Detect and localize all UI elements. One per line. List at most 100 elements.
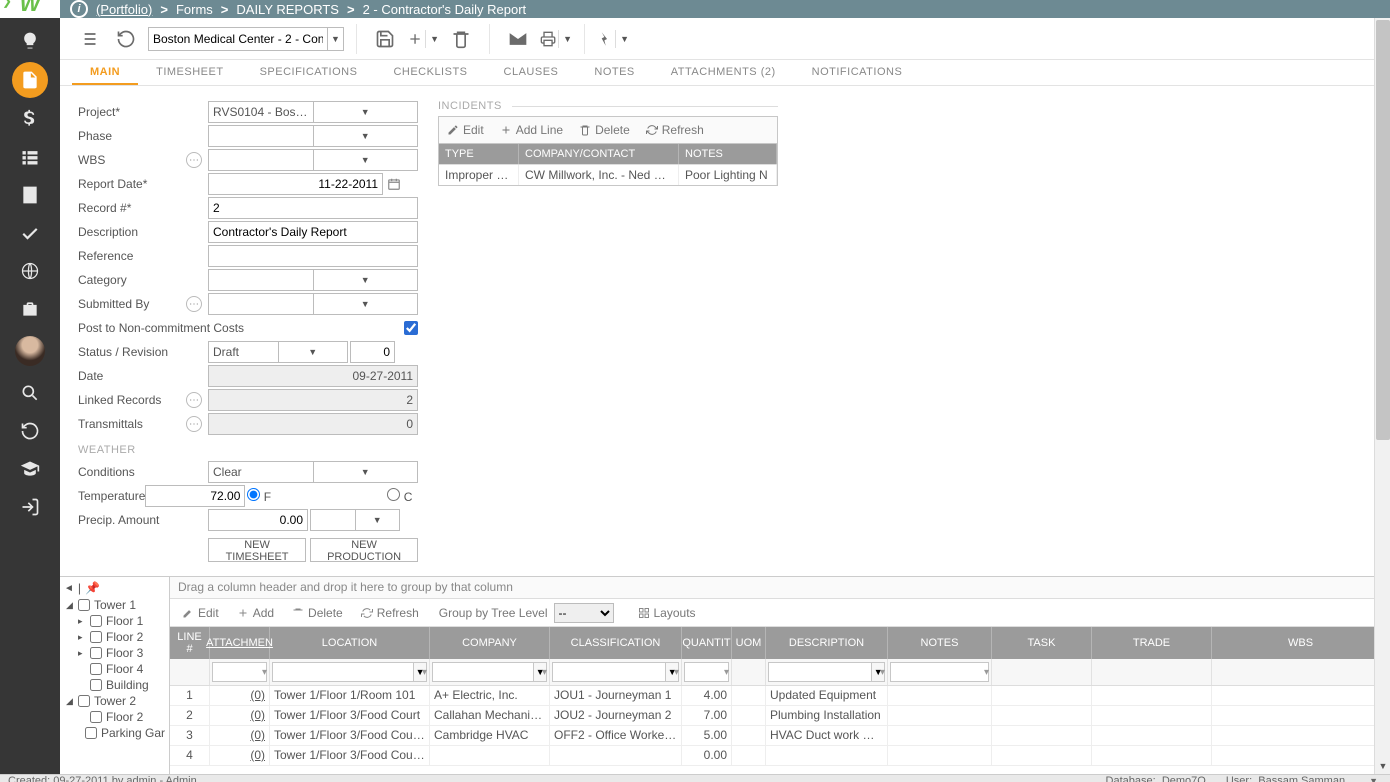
post-nc-checkbox[interactable] <box>404 321 418 335</box>
nav-money-icon[interactable] <box>11 102 49 136</box>
tree-node[interactable]: ▸Floor 3 <box>60 645 169 661</box>
filter-desc[interactable] <box>768 662 872 682</box>
incidents-edit-button[interactable]: Edit <box>439 117 492 143</box>
nav-forms-icon[interactable] <box>12 62 48 98</box>
tree-node[interactable]: Floor 2 <box>60 709 169 725</box>
incidents-col-notes[interactable]: NOTES <box>679 144 777 164</box>
grid-refresh-button[interactable]: Refresh <box>355 606 425 620</box>
col-notes[interactable]: NOTES <box>888 627 992 659</box>
col-wbs[interactable]: WBS <box>1212 627 1390 659</box>
record-selector-input[interactable] <box>148 27 328 51</box>
grid-add-button[interactable]: Add <box>231 606 280 620</box>
nav-learn-icon[interactable] <box>11 452 49 486</box>
new-production-button[interactable]: NEW PRODUCTION <box>310 538 418 562</box>
incidents-row[interactable]: Improper Lighti CW Millwork, Inc. - Ned … <box>439 164 777 185</box>
filter-icon[interactable]: ▾ <box>422 667 427 678</box>
breadcrumb-daily[interactable]: DAILY REPORTS <box>236 2 339 17</box>
temp-f-radio[interactable]: F <box>247 488 377 504</box>
tab-specifications[interactable]: SPECIFICATIONS <box>242 60 376 85</box>
submitted-lookup-icon[interactable]: ⋯ <box>186 296 202 312</box>
linked-lookup-icon[interactable]: ⋯ <box>186 392 202 408</box>
tab-notifications[interactable]: NOTIFICATIONS <box>794 60 921 85</box>
status-dropdown-icon[interactable]: ▼ <box>1365 776 1382 782</box>
filter-comp[interactable] <box>432 662 534 682</box>
col-att[interactable]: ATTACHMEN <box>210 627 270 659</box>
tree-node[interactable]: ▸Floor 1 <box>60 613 169 629</box>
precip-input[interactable] <box>208 509 308 531</box>
print-split-caret-icon[interactable]: ▼ <box>558 30 572 48</box>
filter-icon[interactable]: ▾ <box>262 667 267 678</box>
calendar-icon[interactable] <box>385 175 403 193</box>
revision-input[interactable] <box>350 341 395 363</box>
table-row[interactable]: 1(0)Tower 1/Floor 1/Room 101A+ Electric,… <box>170 686 1390 706</box>
save-icon[interactable] <box>369 23 401 55</box>
filter-class[interactable] <box>552 662 666 682</box>
incidents-col-type[interactable]: TYPE <box>439 144 519 164</box>
breadcrumb-portfolio[interactable]: (Portfolio) <box>96 2 152 17</box>
project-combo[interactable]: RVS0104 - Boston Medical Center▼ <box>208 101 418 123</box>
tab-clauses[interactable]: CLAUSES <box>486 60 577 85</box>
tree-collapse-icon[interactable]: ◄ <box>64 583 74 594</box>
filter-att[interactable] <box>212 662 267 682</box>
tab-timesheet[interactable]: TIMESHEET <box>138 60 241 85</box>
tab-checklists[interactable]: CHECKLISTS <box>375 60 485 85</box>
filter-icon[interactable]: ▾ <box>724 667 729 678</box>
scroll-down-icon[interactable]: ▼ <box>1375 758 1390 774</box>
tree-node[interactable]: Floor 4 <box>60 661 169 677</box>
email-icon[interactable] <box>502 23 534 55</box>
precip-unit-combo[interactable]: ▼ <box>310 509 400 531</box>
record-selector-dropdown[interactable]: ▼ <box>328 27 344 51</box>
temperature-input[interactable] <box>145 485 245 507</box>
tab-attachments[interactable]: ATTACHMENTS (2) <box>653 60 794 85</box>
category-combo[interactable]: ▼ <box>208 269 418 291</box>
nav-globe-icon[interactable] <box>11 254 49 288</box>
transmittals-lookup-icon[interactable]: ⋯ <box>186 416 202 432</box>
nav-logout-icon[interactable] <box>11 490 49 524</box>
col-comp[interactable]: COMPANY <box>430 627 550 659</box>
incidents-refresh-button[interactable]: Refresh <box>638 117 712 143</box>
nav-briefcase-icon[interactable] <box>11 292 49 326</box>
add-icon[interactable]: ▼ <box>407 23 439 55</box>
tree-node[interactable]: ▸Floor 2 <box>60 629 169 645</box>
chevron-down-icon[interactable]: ▼ <box>355 510 400 530</box>
undo-icon[interactable] <box>110 23 142 55</box>
grid-edit-button[interactable]: Edit <box>176 606 225 620</box>
chevron-down-icon[interactable]: ▼ <box>313 150 418 170</box>
filter-loc[interactable] <box>272 662 414 682</box>
col-trade[interactable]: TRADE <box>1092 627 1212 659</box>
chevron-down-icon[interactable]: ▼ <box>313 270 418 290</box>
col-loc[interactable]: LOCATION <box>270 627 430 659</box>
expand-nav-icon[interactable]: ❯ <box>2 0 12 8</box>
record-no-input[interactable] <box>208 197 418 219</box>
description-input[interactable] <box>208 221 418 243</box>
vertical-scrollbar[interactable]: ▼ <box>1374 18 1390 774</box>
report-date-input[interactable] <box>208 173 383 195</box>
nav-search-icon[interactable] <box>11 376 49 410</box>
submitted-combo[interactable]: ▼ <box>208 293 418 315</box>
filter-icon[interactable]: ▾ <box>880 667 885 678</box>
phase-combo[interactable]: ▼ <box>208 125 418 147</box>
col-qty[interactable]: QUANTIT <box>682 627 732 659</box>
grid-group-hint[interactable]: Drag a column header and drop it here to… <box>170 577 1390 599</box>
incidents-col-company[interactable]: COMPANY/CONTACT <box>519 144 679 164</box>
tree-node[interactable]: ◢Tower 1 <box>60 597 169 613</box>
print-icon[interactable]: ▼ <box>540 23 572 55</box>
chevron-down-icon[interactable]: ▼ <box>313 102 418 122</box>
tree-node[interactable]: ◢Tower 2 <box>60 693 169 709</box>
wbs-lookup-icon[interactable]: ⋯ <box>186 152 202 168</box>
grid-delete-button[interactable]: Delete <box>286 606 349 620</box>
incidents-delete-button[interactable]: Delete <box>571 117 638 143</box>
chevron-down-icon[interactable]: ▼ <box>313 126 418 146</box>
filter-icon[interactable]: ▾ <box>542 667 547 678</box>
workflow-split-caret-icon[interactable]: ▼ <box>615 30 629 48</box>
chevron-down-icon[interactable]: ▼ <box>313 294 418 314</box>
temp-c-radio[interactable]: C <box>387 488 517 504</box>
user-avatar[interactable] <box>15 336 45 366</box>
nav-building-icon[interactable] <box>11 178 49 212</box>
incidents-add-button[interactable]: Add Line <box>492 117 571 143</box>
scroll-thumb[interactable] <box>1376 20 1390 440</box>
status-combo[interactable]: Draft▼ <box>208 341 348 363</box>
filter-icon[interactable]: ▾ <box>984 667 989 678</box>
reference-input[interactable] <box>208 245 418 267</box>
tab-main[interactable]: MAIN <box>72 60 138 85</box>
